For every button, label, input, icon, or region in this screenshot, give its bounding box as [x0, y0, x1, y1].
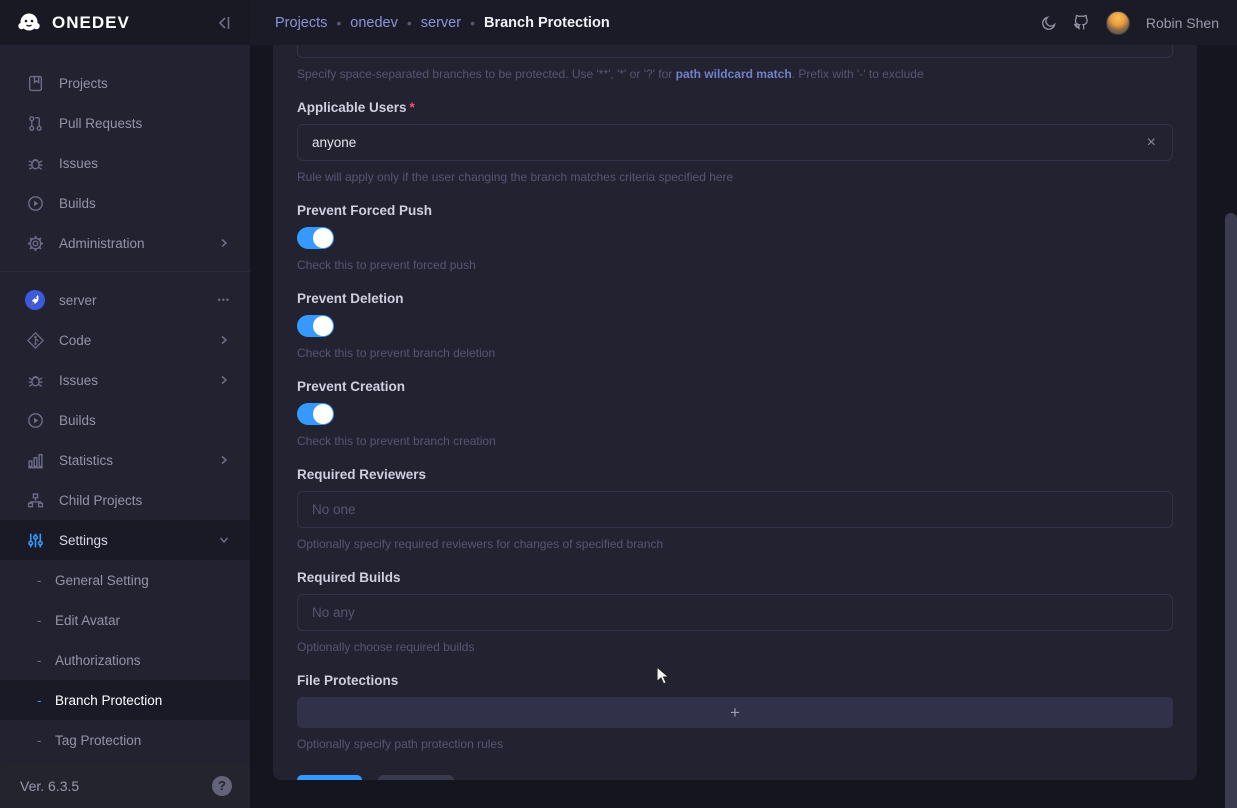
sidebar-item-pull-requests[interactable]: Pull Requests	[0, 103, 250, 143]
sidebar-item-settings[interactable]: Settings	[0, 520, 250, 560]
plus-icon: +	[730, 703, 740, 723]
gear-icon	[25, 235, 45, 252]
bug-icon	[25, 372, 45, 389]
applicable-branches-input[interactable]	[297, 45, 1173, 58]
applicable-users-label: Applicable Users*	[297, 100, 1173, 115]
page-title: Branch Protection	[484, 15, 610, 31]
page-scrollbar-thumb[interactable]	[1225, 213, 1237, 808]
sidebar-collapse-icon[interactable]	[216, 15, 232, 31]
sidebar-item-projects[interactable]: Projects	[0, 63, 250, 103]
sidebar-item-project-issues[interactable]: Issues	[0, 360, 250, 400]
breadcrumb-projects[interactable]: Projects	[275, 15, 327, 31]
required-reviewers-help: Optionally specify required reviewers fo…	[297, 537, 1173, 551]
pull-request-icon	[25, 115, 45, 132]
topbar-actions: Robin Shen	[1041, 11, 1219, 35]
prevent-deletion-toggle[interactable]	[297, 315, 334, 337]
sliders-icon	[25, 532, 45, 549]
required-builds-label: Required Builds	[297, 570, 1173, 585]
prevent-forced-push-toggle[interactable]	[297, 227, 334, 249]
sidebar: ONEDEV Projects Pull Requests	[0, 0, 250, 808]
breadcrumb: Projects • onedev • server • Branch Prot…	[275, 15, 1041, 31]
sidebar-subitem-authorizations[interactable]: - Authorizations	[0, 640, 250, 680]
sidebar-item-project-builds[interactable]: Builds	[0, 400, 250, 440]
branch-protection-form: Specify space-separated branches to be p…	[273, 45, 1197, 780]
user-name[interactable]: Robin Shen	[1146, 15, 1219, 31]
cancel-button[interactable]: Cancel	[378, 775, 454, 780]
prevent-deletion-help: Check this to prevent branch deletion	[297, 346, 1173, 360]
sidebar-item-builds[interactable]: Builds	[0, 183, 250, 223]
chevron-right-icon	[218, 334, 230, 346]
github-icon[interactable]	[1073, 14, 1090, 31]
sidebar-subitem-general-setting[interactable]: - General Setting	[0, 560, 250, 600]
applicable-branches-help: Specify space-separated branches to be p…	[297, 67, 1173, 81]
brand-bar: ONEDEV	[0, 0, 250, 45]
clear-icon[interactable]: ×	[1145, 134, 1158, 152]
sidebar-subitem-branch-protection[interactable]: - Branch Protection	[0, 680, 250, 720]
version-label: Ver. 6.3.5	[20, 778, 212, 794]
chevron-right-icon	[218, 237, 230, 249]
breadcrumb-onedev[interactable]: onedev	[350, 15, 398, 31]
prevent-creation-help: Check this to prevent branch creation	[297, 434, 1173, 448]
play-circle-icon	[25, 195, 45, 212]
project-avatar-rocket-icon	[25, 289, 45, 311]
book-icon	[25, 75, 45, 92]
help-icon[interactable]: ?	[212, 776, 232, 796]
add-file-protection-button[interactable]: +	[297, 697, 1173, 728]
breadcrumb-separator: •	[407, 15, 412, 31]
prevent-forced-push-label: Prevent Forced Push	[297, 203, 1173, 218]
chevron-right-icon	[218, 454, 230, 466]
breadcrumb-server[interactable]: server	[421, 15, 461, 31]
ellipsis-menu-icon[interactable]: •••	[218, 295, 230, 305]
git-branch-icon	[25, 332, 45, 349]
file-protections-label: File Protections	[297, 673, 1173, 688]
breadcrumb-separator: •	[336, 15, 341, 31]
form-actions: Save Cancel	[297, 775, 1173, 780]
required-builds-help: Optionally choose required builds	[297, 640, 1173, 654]
sidebar-divider	[0, 271, 250, 272]
bug-icon	[25, 155, 45, 172]
prevent-creation-label: Prevent Creation	[297, 379, 1173, 394]
toggle-knob	[313, 404, 333, 424]
file-protections-help: Optionally specify path protection rules	[297, 737, 1173, 751]
prevent-deletion-label: Prevent Deletion	[297, 291, 1173, 306]
onedev-logo-icon	[16, 10, 42, 36]
sidebar-subitem-tag-protection[interactable]: - Tag Protection	[0, 720, 250, 760]
required-reviewers-input[interactable]: No one	[297, 491, 1173, 528]
toggle-knob	[313, 316, 333, 336]
sidebar-item-project-server[interactable]: server •••	[0, 280, 250, 320]
bar-chart-icon	[25, 452, 45, 469]
top-bar: Projects • onedev • server • Branch Prot…	[250, 0, 1237, 45]
sidebar-item-child-projects[interactable]: Child Projects	[0, 480, 250, 520]
prevent-forced-push-help: Check this to prevent forced push	[297, 258, 1173, 272]
dark-mode-moon-icon[interactable]	[1041, 15, 1057, 31]
save-button[interactable]: Save	[297, 775, 362, 780]
required-asterisk: *	[410, 100, 415, 115]
sidebar-item-statistics[interactable]: Statistics	[0, 440, 250, 480]
main-nav: Projects Pull Requests Issues	[0, 45, 250, 760]
user-avatar[interactable]	[1106, 11, 1130, 35]
sidebar-subitem-edit-avatar[interactable]: - Edit Avatar	[0, 600, 250, 640]
chevron-down-icon	[218, 534, 230, 546]
applicable-users-input[interactable]: anyone ×	[297, 124, 1173, 161]
chevron-right-icon	[218, 374, 230, 386]
sidebar-item-administration[interactable]: Administration	[0, 223, 250, 263]
breadcrumb-separator: •	[470, 15, 475, 31]
sitemap-icon	[25, 492, 45, 509]
path-wildcard-match-link[interactable]: path wildcard match	[676, 67, 792, 81]
required-reviewers-label: Required Reviewers	[297, 467, 1173, 482]
brand-name: ONEDEV	[52, 13, 216, 33]
required-builds-input[interactable]: No any	[297, 594, 1173, 631]
toggle-knob	[313, 228, 333, 248]
sidebar-item-issues[interactable]: Issues	[0, 143, 250, 183]
sidebar-footer: Ver. 6.3.5 ?	[0, 763, 250, 808]
applicable-users-help: Rule will apply only if the user changin…	[297, 170, 1173, 184]
play-circle-icon	[25, 412, 45, 429]
prevent-creation-toggle[interactable]	[297, 403, 334, 425]
sidebar-item-code[interactable]: Code	[0, 320, 250, 360]
